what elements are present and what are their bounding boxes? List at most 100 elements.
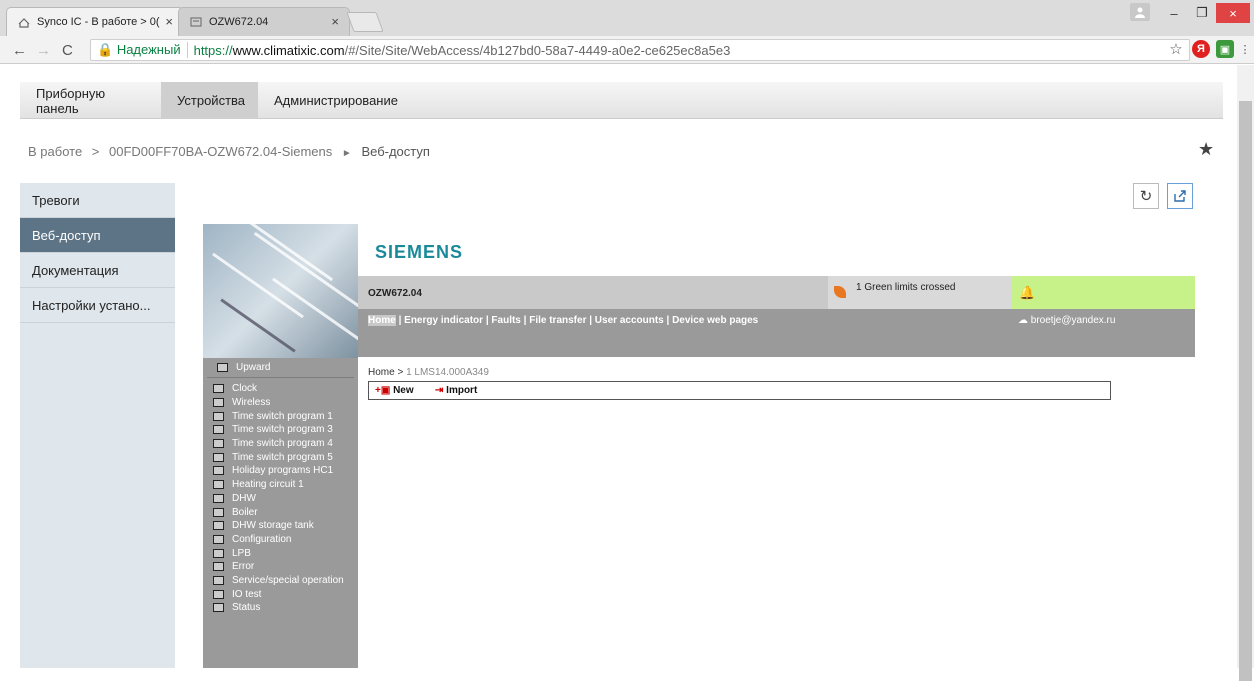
bookmark-star-icon[interactable]: ☆ xyxy=(1167,40,1185,58)
yandex-icon[interactable]: Я xyxy=(1192,40,1210,58)
new-tab-button[interactable] xyxy=(346,12,384,32)
nav-item[interactable]: Time switch program 4 xyxy=(203,437,358,451)
nav-item[interactable]: Error xyxy=(203,560,358,574)
browser-tab-synco[interactable]: Synco IC - В работе > 0( × xyxy=(6,7,184,36)
sidebar-item-settings[interactable]: Настройки устано... xyxy=(20,288,175,323)
link-list[interactable]: | Energy indicator | Faults | File trans… xyxy=(396,315,759,326)
import-button[interactable]: ⇥ Import xyxy=(435,385,477,396)
sidebar-item-alarms[interactable]: Тревоги xyxy=(20,183,175,218)
url-input[interactable]: 🔒 Надежный https://www.climatixic.com/#/… xyxy=(90,39,1190,61)
breadcrumb-arrow-icon: ► xyxy=(341,148,352,159)
tab-title: OZW672.04 xyxy=(209,16,269,28)
breadcrumb-root[interactable]: В работе xyxy=(28,144,82,159)
nav-item[interactable]: Time switch program 1 xyxy=(203,409,358,423)
user-account[interactable]: ☁ broetje@yandex.ru xyxy=(1018,315,1115,326)
nav-item[interactable]: Heating circuit 1 xyxy=(203,478,358,492)
favorite-star-icon[interactable]: ★ xyxy=(1198,139,1214,160)
nav-item-label: Holiday programs HC1 xyxy=(232,465,334,477)
nav-item[interactable]: Holiday programs HC1 xyxy=(203,464,358,478)
arrow-box-icon xyxy=(213,425,224,435)
nav-upward[interactable]: Upward xyxy=(207,358,354,378)
arrow-box-icon xyxy=(213,562,224,572)
limits-status[interactable]: 1 Green limits crossed xyxy=(828,276,1011,309)
alarm-status[interactable]: 🔔 xyxy=(1011,276,1195,309)
nav-item[interactable]: Service/special operation xyxy=(203,574,358,588)
tab-close-icon[interactable]: × xyxy=(331,14,339,29)
close-window-button[interactable]: × xyxy=(1216,3,1250,23)
tab-close-icon[interactable]: × xyxy=(165,14,173,29)
device-icon xyxy=(190,17,202,27)
nav-item[interactable]: Wireless xyxy=(203,396,358,410)
bell-icon: 🔔 xyxy=(1019,285,1036,300)
nav-item-label: Time switch program 4 xyxy=(232,438,333,450)
back-arrow-icon[interactable]: ← xyxy=(12,42,27,59)
arrow-box-icon xyxy=(213,521,224,531)
url-text: https://www.climatixic.com/#/Site/Site/W… xyxy=(193,42,731,58)
nav-item[interactable]: Time switch program 5 xyxy=(203,450,358,464)
main-menu: Приборную панель Устройства Администриро… xyxy=(20,82,1223,119)
nav-item[interactable]: Clock xyxy=(203,382,358,396)
minimize-button[interactable]: – xyxy=(1160,3,1188,23)
nav-item[interactable]: Time switch program 3 xyxy=(203,423,358,437)
browser-tab-ozw[interactable]: OZW672.04 × xyxy=(178,7,350,36)
nav-item-label: Heating circuit 1 xyxy=(232,479,304,491)
nav-item[interactable]: DHW storage tank xyxy=(203,519,358,533)
nav-item-label: Time switch program 1 xyxy=(232,410,333,422)
address-bar: ← → C 🔒 Надежный https://www.climatixic.… xyxy=(0,36,1254,64)
arrow-box-icon xyxy=(213,493,224,503)
extension-icon[interactable]: ▣ xyxy=(1216,40,1234,58)
reload-icon[interactable]: C xyxy=(62,42,73,59)
path-home[interactable]: Home > xyxy=(368,367,403,378)
new-icon: +▣ xyxy=(375,385,391,396)
page-scrollbar[interactable] xyxy=(1237,65,1254,681)
siemens-logo: SIEMENS xyxy=(375,242,464,262)
menu-dashboard[interactable]: Приборную панель xyxy=(20,82,160,119)
building-photo xyxy=(203,224,358,358)
new-button[interactable]: +▣ New xyxy=(375,385,414,396)
leaf-icon xyxy=(834,286,846,298)
nav-item[interactable]: Boiler xyxy=(203,505,358,519)
open-external-icon[interactable] xyxy=(1167,183,1193,209)
secure-lock-label: 🔒 Надежный xyxy=(91,42,188,58)
menu-administration[interactable]: Администрирование xyxy=(258,82,408,119)
breadcrumb: В работе > 00FD00FF70BA-OZW672.04-Siemen… xyxy=(28,144,430,159)
arrow-box-icon xyxy=(213,534,224,544)
device-nav-panel: Upward Clock Wireless Time switch program … xyxy=(203,358,358,668)
nav-item[interactable]: IO test xyxy=(203,587,358,601)
breadcrumb-separator: > xyxy=(91,144,100,159)
device-left-panel: Upward Clock Wireless Time switch program … xyxy=(203,224,358,668)
forward-arrow-icon[interactable]: → xyxy=(36,42,51,59)
nav-list: Clock Wireless Time switch program 1 Time s… xyxy=(203,382,358,615)
device-web-frame: Upward Clock Wireless Time switch program … xyxy=(203,224,1195,668)
action-bar: +▣ New ⇥ Import xyxy=(368,381,1111,400)
refresh-icon[interactable]: ↻ xyxy=(1133,183,1159,209)
menu-dots-icon[interactable]: ⋮ xyxy=(1236,40,1254,58)
scrollbar-thumb[interactable] xyxy=(1239,101,1252,681)
nav-item-label: LPB xyxy=(232,547,251,559)
tab-title: Synco IC - В работе > 0( xyxy=(37,16,160,28)
arrow-box-icon xyxy=(213,507,224,517)
cloud-icon: ☁ xyxy=(1018,315,1028,326)
link-home[interactable]: Home xyxy=(368,315,396,326)
sidebar-item-web-access[interactable]: Веб-доступ xyxy=(20,218,175,253)
breadcrumb-device[interactable]: 00FD00FF70BA-OZW672.04-Siemens xyxy=(109,144,332,159)
lock-icon: 🔒 xyxy=(97,42,114,57)
nav-item-label: Wireless xyxy=(232,397,271,409)
nav-item-label: Time switch program 5 xyxy=(232,451,333,463)
path-node: 1 LMS14.000A349 xyxy=(403,367,489,378)
restore-button[interactable]: ❐ xyxy=(1188,3,1216,23)
nav-item[interactable]: Configuration xyxy=(203,533,358,547)
arrow-box-icon xyxy=(213,452,224,462)
nav-item-label: DHW xyxy=(232,492,256,504)
nav-item[interactable]: DHW xyxy=(203,492,358,506)
device-name: OZW672.04 xyxy=(368,288,422,299)
arrow-box-icon xyxy=(213,398,224,408)
arrow-box-icon xyxy=(213,439,224,449)
sidebar-item-documentation[interactable]: Документация xyxy=(20,253,175,288)
menu-devices[interactable]: Устройства xyxy=(161,82,258,119)
nav-item[interactable]: Status xyxy=(203,601,358,615)
profile-icon[interactable] xyxy=(1130,3,1150,21)
breadcrumb-current: Веб-доступ xyxy=(361,144,430,159)
arrow-box-icon xyxy=(213,480,224,490)
nav-item[interactable]: LPB xyxy=(203,546,358,560)
